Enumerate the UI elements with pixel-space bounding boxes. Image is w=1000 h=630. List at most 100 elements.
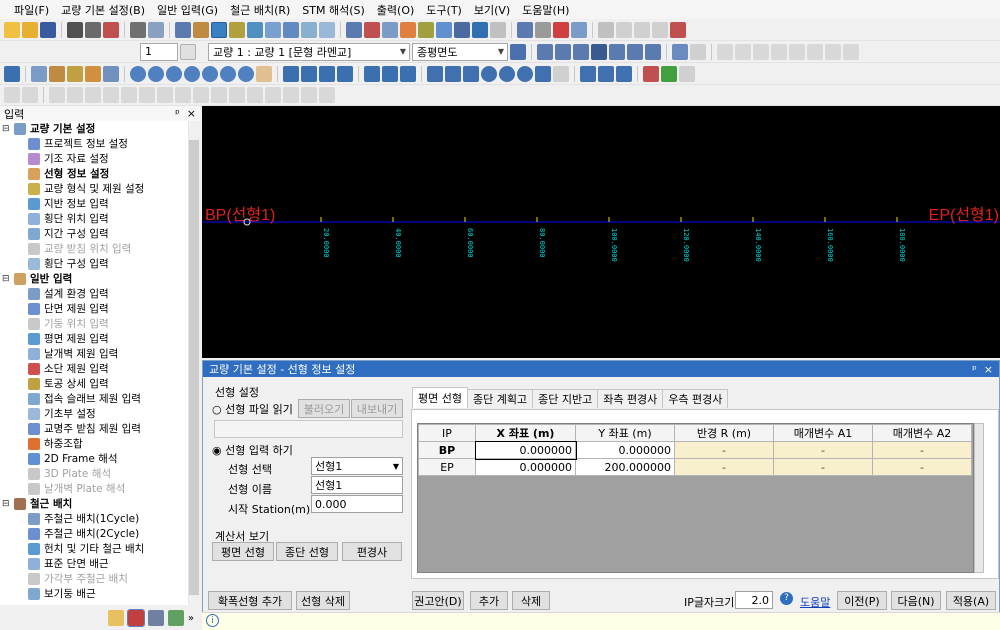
disabled-1-icon[interactable] [598, 21, 614, 38]
tree-2-icon[interactable] [49, 65, 65, 82]
menu-item-8[interactable]: 도움말(H) [516, 2, 575, 18]
alignment-icon[interactable] [211, 21, 227, 38]
pin-icon[interactable]: ᵖ [175, 107, 180, 120]
bridge-view-icon[interactable] [126, 609, 145, 627]
disabled-n-icon[interactable] [247, 87, 263, 103]
zoom-extents-icon[interactable] [184, 65, 200, 82]
zoom-real-icon[interactable] [238, 65, 254, 82]
next-icon[interactable] [609, 43, 625, 60]
menu-item-6[interactable]: 도구(T) [420, 2, 468, 18]
text-icon[interactable] [319, 65, 335, 82]
save-icon[interactable] [40, 21, 56, 38]
load-combo-icon[interactable] [454, 21, 470, 38]
close-doc-icon[interactable] [103, 21, 119, 38]
bridge-type-icon[interactable] [229, 21, 245, 38]
table-cell[interactable]: 200.000000 [575, 458, 675, 476]
layer-icon[interactable] [283, 65, 299, 82]
radio-file[interactable]: ○ 선형 파일 읽기 [212, 401, 293, 417]
bridge-select[interactable]: 교량 1 : 교량 1 [문형 라멘교] ▼ [208, 42, 410, 61]
alignment-select[interactable]: 선형1 ▼ [311, 457, 403, 475]
settings-icon[interactable] [346, 21, 362, 38]
start-station-input[interactable]: 0.000 [311, 495, 403, 513]
line-icon[interactable] [427, 65, 443, 82]
table-cell[interactable]: - [674, 441, 774, 459]
table-cell[interactable]: - [773, 458, 873, 476]
disabled-b-icon[interactable] [22, 87, 38, 103]
tree-item-18[interactable]: 접속 슬래브 제원 입력 [0, 391, 188, 406]
tree-item-23[interactable]: 3D Plate 해석 [0, 466, 188, 481]
tree-item-29[interactable]: 표준 단면 배근 [0, 556, 188, 571]
alignment-name-input[interactable]: 선형1 [311, 476, 403, 494]
zoom-prev-icon[interactable] [166, 65, 182, 82]
grid-scrollbar[interactable] [974, 423, 984, 573]
cross-icon[interactable] [463, 65, 479, 82]
tool-4-icon[interactable] [771, 43, 787, 60]
export-button[interactable]: 내보내기 [351, 399, 403, 418]
menu-item-7[interactable]: 보기(V) [468, 2, 516, 18]
plate-analysis-icon[interactable] [490, 21, 506, 38]
column-header[interactable]: 매개변수 A1 [773, 424, 873, 442]
tree-item-27[interactable]: 주철근 배치(2Cycle) [0, 526, 188, 541]
menu-item-0[interactable]: 파일(F) [8, 2, 55, 18]
disabled-p-icon[interactable] [283, 87, 299, 103]
tree-item-13[interactable]: 기둥 위치 입력 [0, 316, 188, 331]
circle-2-icon[interactable] [499, 65, 515, 82]
material-icon[interactable] [193, 21, 209, 38]
pan-hand-icon[interactable] [256, 65, 272, 82]
zoom-out-icon[interactable] [220, 65, 236, 82]
zoom-window-icon[interactable] [130, 65, 146, 82]
report-icon[interactable] [643, 65, 659, 82]
tab-3[interactable]: 좌측 편경사 [597, 389, 664, 408]
chevron-right-icon[interactable]: » [188, 613, 194, 624]
tree-item-8[interactable]: 교량 받침 위치 입력 [0, 241, 188, 256]
collapse-icon[interactable]: ⊟ [2, 499, 12, 509]
view-icon[interactable] [510, 43, 526, 60]
tree-item-6[interactable]: 횡단 위치 입력 [0, 211, 188, 226]
disabled-4-icon[interactable] [652, 21, 668, 38]
perpendicular-icon[interactable] [535, 65, 551, 82]
ground-icon[interactable] [247, 21, 263, 38]
dropdown-icon[interactable] [553, 65, 569, 82]
checkbox-icon[interactable] [4, 65, 20, 82]
tree-item-31[interactable]: 보기둥 배근 [0, 586, 188, 601]
table-icon[interactable] [580, 65, 596, 82]
table-cell[interactable]: BP [418, 441, 476, 459]
column-header[interactable]: X 좌표 (m) [475, 424, 576, 442]
disabled-h-icon[interactable] [139, 87, 155, 103]
layout-icon[interactable] [672, 43, 688, 60]
frame-analysis-icon[interactable] [472, 21, 488, 38]
bridge-icon[interactable] [175, 21, 191, 38]
profile-alignment-report-button[interactable]: 종단 선형 [276, 542, 338, 561]
table-cell[interactable]: - [674, 458, 774, 476]
rebar-4-icon[interactable] [571, 21, 587, 38]
column-header[interactable]: IP [418, 424, 476, 442]
disabled-k-icon[interactable] [193, 87, 209, 103]
tree-item-24[interactable]: 날개벽 Plate 해석 [0, 481, 188, 496]
page-input[interactable]: 1 [140, 42, 178, 61]
next-button[interactable]: 다음(N) [891, 591, 941, 610]
disabled-2-icon[interactable] [616, 21, 632, 38]
tree-item-9[interactable]: 횡단 구성 입력 [0, 256, 188, 271]
tool-5-icon[interactable] [789, 43, 805, 60]
disabled-3-icon[interactable] [634, 21, 650, 38]
tree-item-28[interactable]: 헌치 및 기타 철근 배치 [0, 541, 188, 556]
foundation-icon[interactable] [436, 21, 452, 38]
tree-item-16[interactable]: 소단 제원 입력 [0, 361, 188, 376]
table-3-icon[interactable] [616, 65, 632, 82]
alignment-drawing[interactable]: BP(선형1) EP(선형1) 20.0000 40.0000 60.0000 80.00… [202, 106, 1000, 358]
table-cell[interactable]: - [773, 441, 873, 459]
column-header[interactable]: 매개변수 A2 [872, 424, 972, 442]
disabled-m-icon[interactable] [229, 87, 245, 103]
table-cell[interactable]: 0.000000 [575, 441, 675, 459]
tab-1[interactable]: 종단 계획고 [466, 389, 534, 408]
tree-4-icon[interactable] [85, 65, 101, 82]
add-button[interactable]: 추가 [470, 591, 508, 610]
tree-item-12[interactable]: 단면 제원 입력 [0, 301, 188, 316]
collapse-icon[interactable]: ⊟ [2, 274, 12, 284]
xline-icon[interactable] [445, 65, 461, 82]
plan-alignment-report-button[interactable]: 평면 선형 [212, 542, 274, 561]
disabled-c-icon[interactable] [49, 87, 65, 103]
tab-0[interactable]: 평면 선형 [412, 387, 468, 408]
new-file-icon[interactable] [4, 21, 20, 38]
prev-fast-icon[interactable] [555, 43, 571, 60]
